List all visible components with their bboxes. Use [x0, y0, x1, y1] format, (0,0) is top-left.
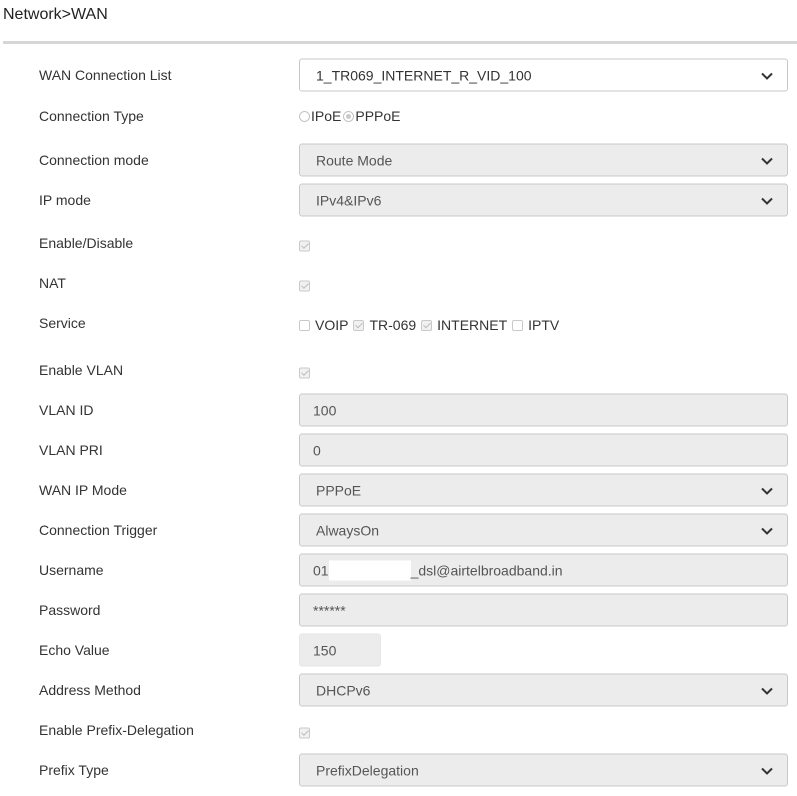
vlan-id-value: 100 — [313, 402, 337, 418]
row-enable-disable: Enable/Disable — [0, 226, 797, 260]
wan-ip-mode-label: WAN IP Mode — [39, 482, 127, 498]
ipoe-radio[interactable] — [299, 110, 310, 122]
connection-trigger-label: Connection Trigger — [39, 522, 158, 538]
row-vlan-id: VLAN ID 100 — [0, 393, 797, 427]
chevron-down-icon — [759, 762, 775, 778]
pppoe-radio-label: PPPoE — [355, 108, 401, 124]
echo-value-input[interactable]: 150 — [299, 633, 381, 667]
wan-connection-list-label: WAN Connection List — [39, 67, 172, 83]
pppoe-radio[interactable] — [343, 110, 355, 122]
redaction-mask — [328, 560, 411, 580]
connection-mode-select[interactable]: Route Mode — [299, 143, 788, 177]
prefix-type-value: PrefixDelegation — [316, 762, 419, 778]
row-service: Service VOIP TR-069 INTERNET IPTV — [0, 306, 797, 340]
chevron-down-icon — [759, 522, 775, 538]
row-enable-prefix-delegation: Enable Prefix-Delegation — [0, 713, 797, 747]
ip-mode-select[interactable]: IPv4&IPv6 — [299, 183, 788, 217]
vlan-pri-value: 0 — [313, 442, 321, 458]
enable-disable-checkbox[interactable] — [299, 240, 310, 252]
breadcrumb: Network>WAN — [3, 6, 108, 23]
iptv-label: IPTV — [528, 317, 560, 333]
wan-connection-list-select[interactable]: 1_TR069_INTERNET_R_VID_100 — [299, 58, 788, 92]
row-connection-type: Connection Type IPoE PPPoE — [0, 99, 797, 133]
chevron-down-icon — [759, 682, 775, 698]
prefix-type-select[interactable]: PrefixDelegation — [299, 753, 788, 787]
address-method-value: DHCPv6 — [316, 682, 371, 698]
vlan-id-input[interactable]: 100 — [299, 393, 788, 427]
row-echo-value: Echo Value 150 — [0, 633, 797, 667]
row-nat: NAT — [0, 266, 797, 300]
row-wan-connection-list: WAN Connection List 1_TR069_INTERNET_R_V… — [0, 58, 797, 92]
echo-value-label: Echo Value — [39, 642, 110, 658]
row-prefix-type: Prefix Type PrefixDelegation — [0, 753, 797, 787]
row-connection-mode: Connection mode Route Mode — [0, 143, 797, 177]
row-connection-trigger: Connection Trigger AlwaysOn — [0, 513, 797, 547]
enable-vlan-checkbox[interactable] — [299, 367, 310, 379]
connection-trigger-select[interactable]: AlwaysOn — [299, 513, 788, 547]
connection-mode-value: Route Mode — [316, 152, 393, 168]
connection-type-label: Connection Type — [39, 108, 144, 124]
username-input[interactable]: 01 _dsl@airtelbroadband.in — [299, 553, 788, 587]
username-prefix: 01 — [313, 562, 329, 578]
connection-trigger-value: AlwaysOn — [316, 522, 380, 538]
username-label: Username — [39, 562, 104, 578]
voip-checkbox[interactable] — [299, 319, 310, 331]
row-username: Username 01 _dsl@airtelbroadband.in — [0, 553, 797, 587]
ip-mode-label: IP mode — [39, 192, 91, 208]
ip-mode-value: IPv4&IPv6 — [316, 192, 382, 208]
enable-vlan-label: Enable VLAN — [39, 362, 124, 378]
echo-value-value: 150 — [313, 642, 337, 658]
ipoe-radio-label: IPoE — [311, 108, 342, 124]
service-checkboxes: VOIP TR-069 INTERNET IPTV — [299, 317, 563, 333]
row-wan-ip-mode: WAN IP Mode PPPoE — [0, 473, 797, 507]
password-label: Password — [39, 602, 101, 618]
connection-type-radios: IPoE PPPoE — [299, 108, 405, 124]
row-ip-mode: IP mode IPv4&IPv6 — [0, 183, 797, 217]
vlan-id-label: VLAN ID — [39, 402, 94, 418]
chevron-down-icon — [759, 192, 775, 208]
row-address-method: Address Method DHCPv6 — [0, 673, 797, 707]
enable-prefix-delegation-checkbox[interactable] — [299, 727, 310, 739]
password-input[interactable]: ****** — [299, 593, 788, 627]
prefix-type-label: Prefix Type — [39, 762, 109, 778]
enable-disable-label: Enable/Disable — [39, 235, 134, 251]
row-vlan-pri: VLAN PRI 0 — [0, 433, 797, 467]
internet-checkbox[interactable] — [421, 319, 433, 331]
voip-label: VOIP — [315, 317, 349, 333]
address-method-label: Address Method — [39, 682, 141, 698]
internet-label: INTERNET — [437, 317, 508, 333]
nat-checkbox[interactable] — [299, 280, 310, 292]
row-password: Password ****** — [0, 593, 797, 627]
connection-mode-label: Connection mode — [39, 152, 149, 168]
tr069-label: TR-069 — [369, 317, 417, 333]
wan-connection-list-value: 1_TR069_INTERNET_R_VID_100 — [316, 67, 532, 83]
row-enable-vlan: Enable VLAN — [0, 353, 797, 387]
service-label: Service — [39, 315, 86, 331]
header-divider — [3, 41, 797, 44]
address-method-select[interactable]: DHCPv6 — [299, 673, 788, 707]
wan-ip-mode-select[interactable]: PPPoE — [299, 473, 788, 507]
tr069-checkbox[interactable] — [353, 319, 365, 331]
iptv-checkbox[interactable] — [512, 319, 524, 331]
enable-prefix-delegation-label: Enable Prefix-Delegation — [39, 722, 194, 738]
nat-label: NAT — [39, 275, 66, 291]
password-value: ****** — [313, 602, 346, 618]
vlan-pri-input[interactable]: 0 — [299, 433, 788, 467]
chevron-down-icon — [759, 482, 775, 498]
chevron-down-icon — [759, 152, 775, 168]
vlan-pri-label: VLAN PRI — [39, 442, 103, 458]
chevron-down-icon — [759, 67, 775, 83]
wan-ip-mode-value: PPPoE — [316, 482, 362, 498]
username-suffix: _dsl@airtelbroadband.in — [410, 562, 563, 578]
